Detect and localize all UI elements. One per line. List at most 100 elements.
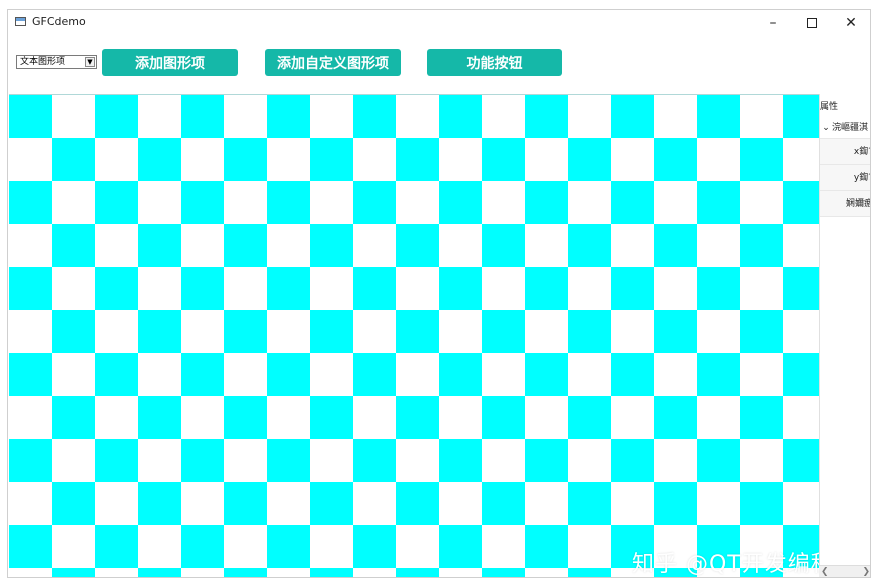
checker-cell [181, 95, 224, 138]
checker-cell [396, 138, 439, 181]
minimize-button[interactable]: – [753, 10, 793, 36]
checker-cell [482, 138, 525, 181]
checker-cell [95, 95, 138, 138]
checker-cell [396, 310, 439, 353]
scroll-right-icon[interactable]: ❯ [862, 567, 870, 577]
checker-cell [396, 224, 439, 267]
property-group[interactable]: ⌄ 浣嶇疆淇 [820, 120, 868, 136]
checker-cell [52, 396, 95, 439]
checker-cell [783, 267, 819, 310]
checker-cell [181, 353, 224, 396]
dropdown-arrow-icon[interactable]: ▼ [85, 57, 95, 67]
checker-cell [310, 138, 353, 181]
checker-cell [482, 224, 525, 267]
title-bar: GFCdemo – ✕ [8, 10, 870, 36]
property-group-label: 浣嶇疆淇 [832, 123, 869, 133]
chevron-down-icon[interactable]: ⌄ [820, 120, 832, 136]
scroll-left-icon[interactable]: ❮ [821, 567, 829, 577]
item-type-select-value: 文本图形项 [20, 57, 66, 67]
checker-cell [353, 267, 396, 310]
maximize-icon [807, 18, 817, 28]
checker-cell [224, 138, 267, 181]
checker-cell [95, 267, 138, 310]
checker-cell [482, 310, 525, 353]
add-item-button[interactable]: 添加图形项 [102, 49, 238, 76]
checker-cell [95, 525, 138, 568]
checker-cell [525, 525, 568, 568]
checker-cell [654, 482, 697, 525]
checker-cell [9, 353, 52, 396]
app-icon [15, 17, 26, 26]
property-header: 属性 [820, 102, 839, 112]
close-icon: ✕ [845, 15, 857, 31]
property-scrollbar[interactable]: ❮ ❯ [819, 565, 870, 577]
checker-cell [353, 439, 396, 482]
checker-cell [740, 482, 783, 525]
checker-cell [439, 525, 482, 568]
property-row-x[interactable]: x鍧? [820, 138, 870, 164]
checker-cell [353, 525, 396, 568]
checker-cell [568, 482, 611, 525]
checker-cell [353, 353, 396, 396]
checker-cell [439, 353, 482, 396]
checker-cell [267, 353, 310, 396]
checker-cell [439, 439, 482, 482]
checker-cell [611, 439, 654, 482]
checker-cell [9, 439, 52, 482]
property-row-y[interactable]: y鍧? [820, 164, 870, 190]
checker-cell [9, 267, 52, 310]
checker-cell [740, 138, 783, 181]
checker-cell [697, 181, 740, 224]
maximize-button[interactable] [792, 10, 832, 36]
function-button[interactable]: 功能按钮 [427, 49, 562, 76]
checker-cell [482, 482, 525, 525]
checker-cell [267, 525, 310, 568]
checker-cell [740, 396, 783, 439]
close-button[interactable]: ✕ [831, 10, 870, 36]
checker-cell [181, 525, 224, 568]
checker-cell [525, 95, 568, 138]
checker-cell [181, 439, 224, 482]
checker-cell [525, 353, 568, 396]
checker-cell [181, 267, 224, 310]
checker-cell [181, 181, 224, 224]
property-panel: 属性 ⌄浣嶇疆淇 x鍧? y鍧? 娴嬭瘯 [819, 94, 871, 577]
checker-cell [224, 482, 267, 525]
property-row-label: 娴嬭瘯 [845, 199, 871, 209]
checker-cell [740, 310, 783, 353]
checker-cell [138, 568, 181, 577]
checker-cell [52, 138, 95, 181]
checker-cell [52, 482, 95, 525]
checker-cell [611, 353, 654, 396]
checker-cell [611, 181, 654, 224]
checker-cell [9, 95, 52, 138]
checker-cell [138, 396, 181, 439]
item-type-select[interactable]: 文本图形项 ▼ [16, 55, 97, 69]
checker-cell [525, 439, 568, 482]
divider [820, 216, 870, 217]
checker-cell [310, 310, 353, 353]
checker-cell [396, 396, 439, 439]
checker-cell [95, 353, 138, 396]
checker-cell [568, 568, 611, 577]
graphics-view[interactable]: 知乎 @QT开发编程 [9, 94, 819, 577]
checker-cell [654, 138, 697, 181]
checker-cell [138, 310, 181, 353]
checker-cell [568, 138, 611, 181]
checker-cell [654, 224, 697, 267]
add-custom-item-button[interactable]: 添加自定义图形项 [265, 49, 401, 76]
checker-cell [224, 224, 267, 267]
checker-cell [697, 95, 740, 138]
window-title: GFCdemo [32, 15, 86, 28]
checker-cell [396, 568, 439, 577]
checker-cell [353, 95, 396, 138]
checker-cell [740, 224, 783, 267]
checker-cell [52, 310, 95, 353]
checker-cell [697, 353, 740, 396]
checker-cell [611, 95, 654, 138]
checker-cell [482, 568, 525, 577]
property-row-label: x鍧? [853, 147, 870, 157]
checkerboard-background [9, 95, 819, 577]
property-row-test[interactable]: 娴嬭瘯 [820, 190, 871, 216]
checker-cell [52, 568, 95, 577]
